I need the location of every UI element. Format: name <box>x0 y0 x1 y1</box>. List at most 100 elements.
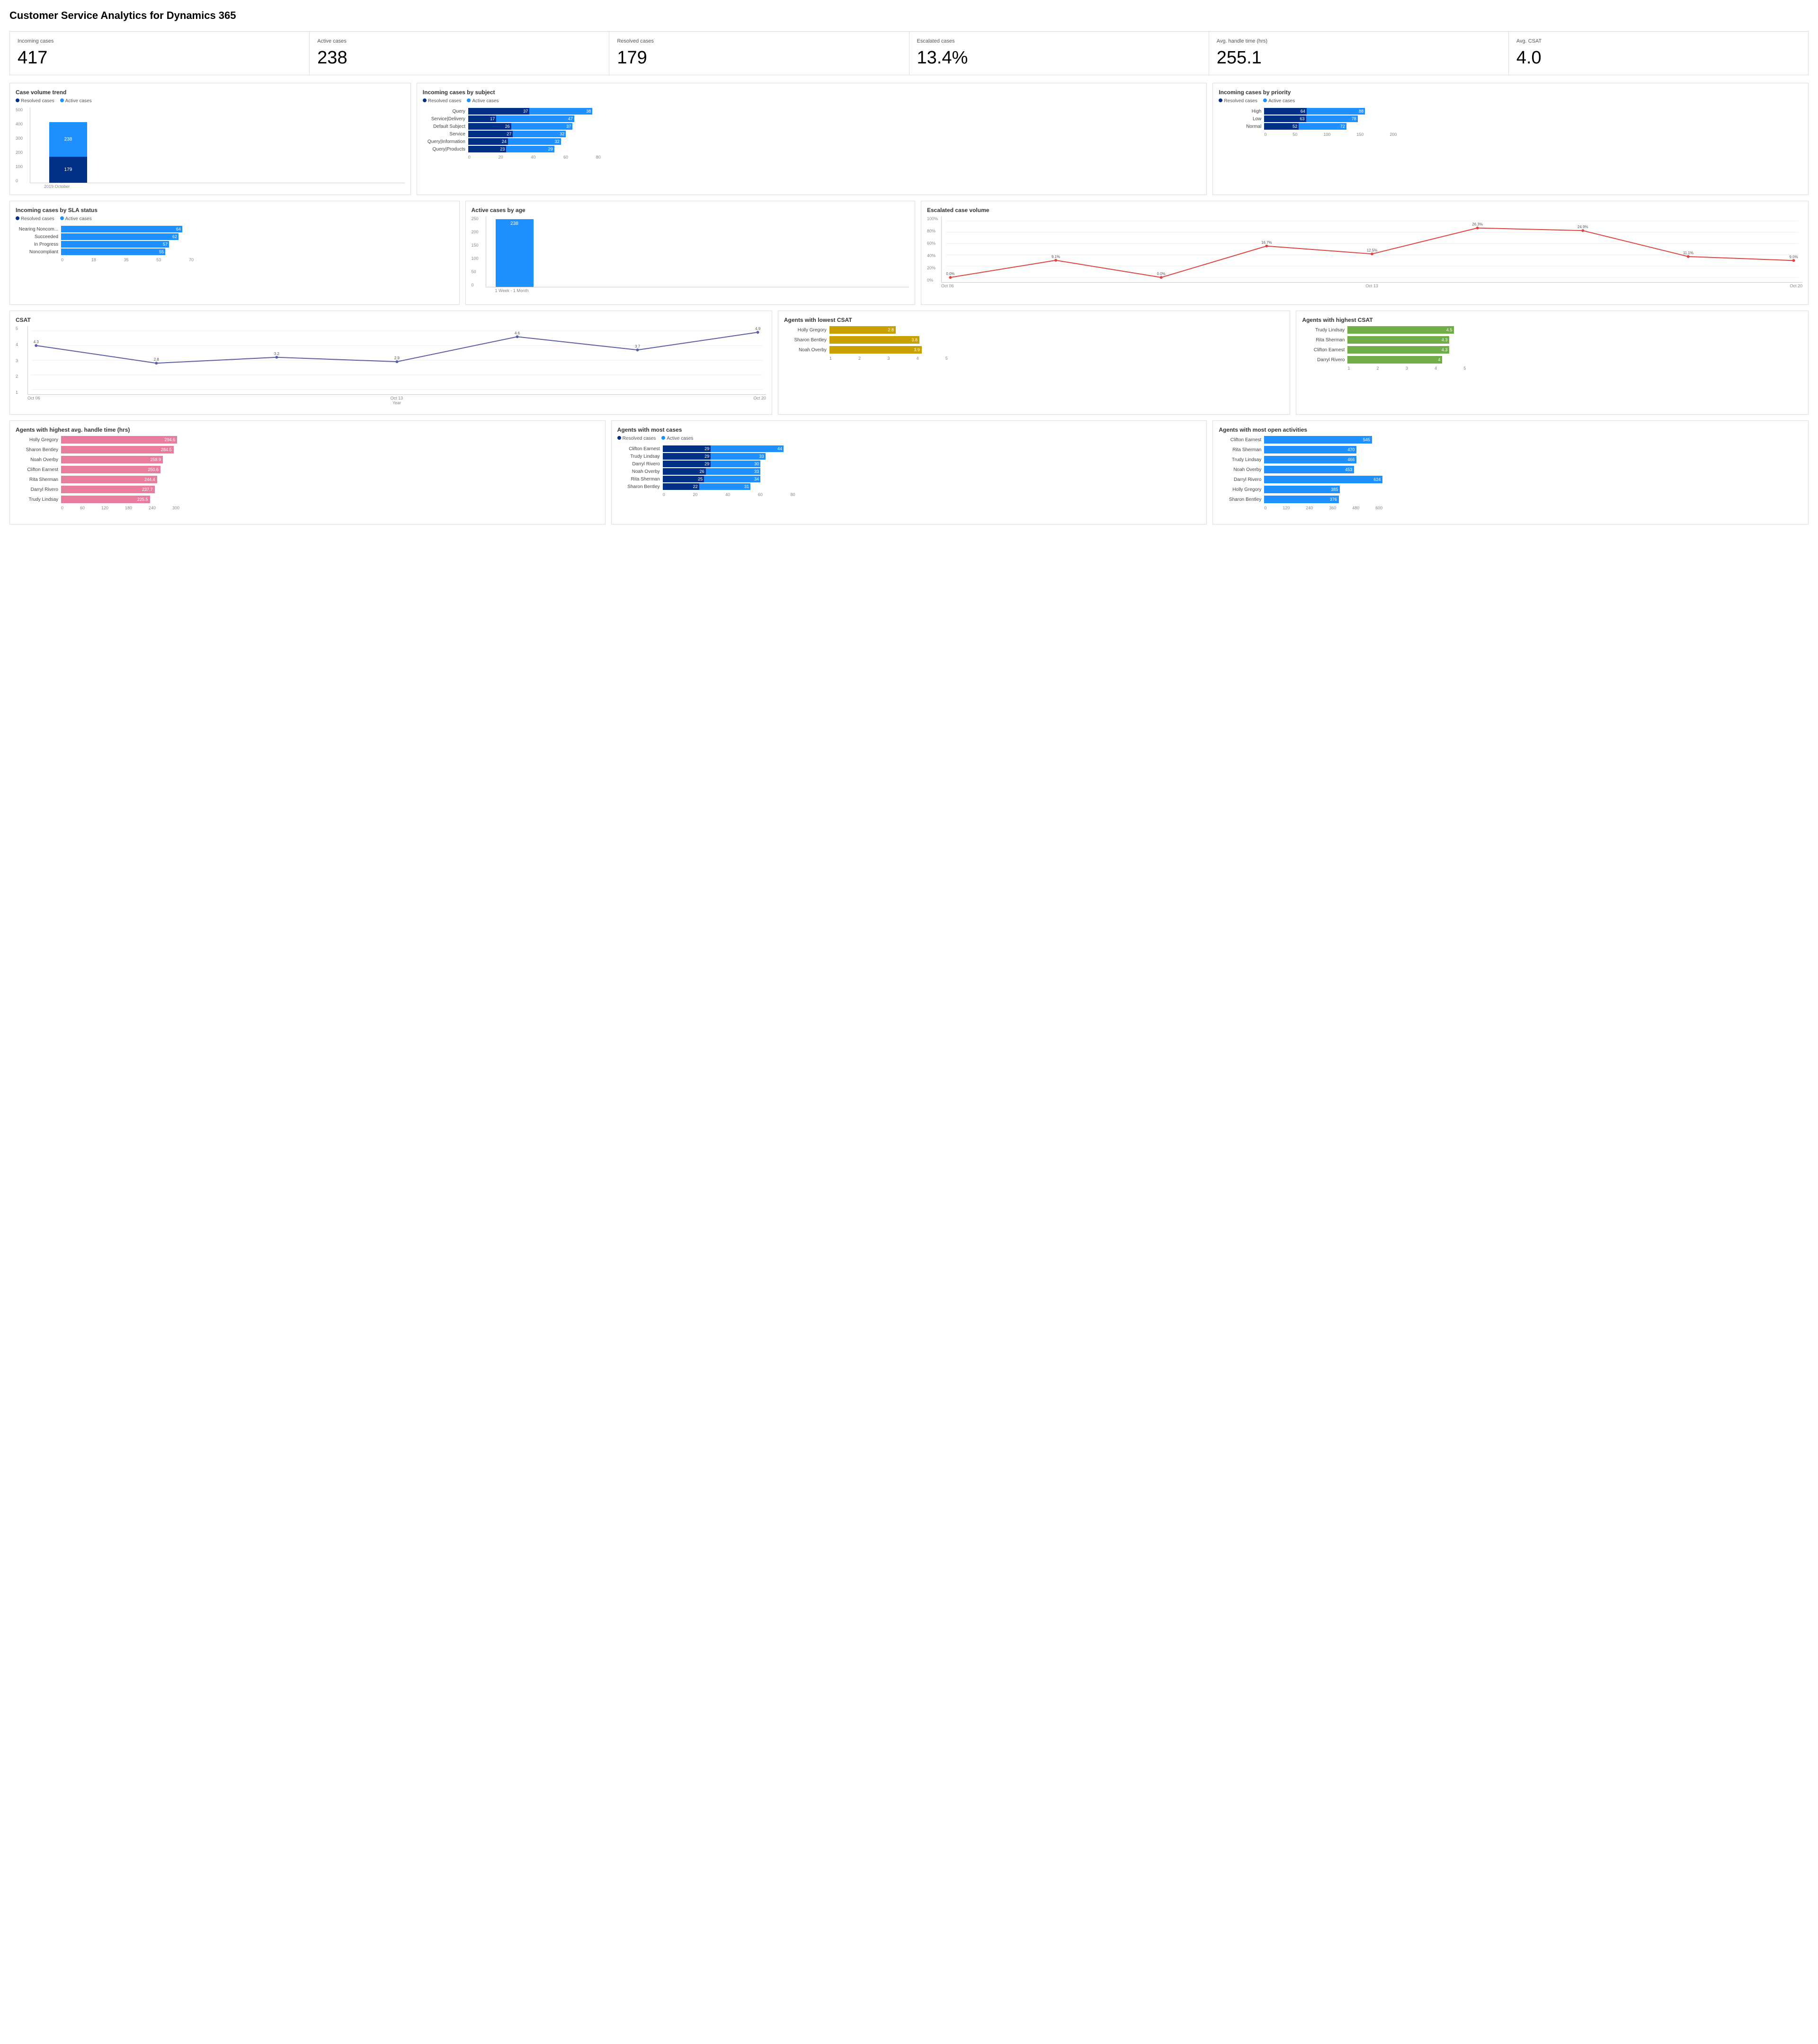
hbar-fill: 3.8 <box>829 336 919 344</box>
charts-row-3: CSAT 12345 4.32.83.22.94.63.74.9 Oct 06O… <box>9 311 1809 415</box>
resolved-segment: 37 <box>468 108 530 115</box>
escalated-svg: 0.0%9.1%0.0%16.7%12.5%26.3%24.9%11.1%9.0… <box>941 216 1802 283</box>
lowest-csat-bars: Holly Gregory2.8Sharon Bentley3.8Noah Ov… <box>784 326 1284 361</box>
bar-row: Query|Information2432 <box>423 138 1201 145</box>
bar-track: 2329 <box>468 145 554 153</box>
active-segment: 33 <box>711 453 766 460</box>
most-cases-legend: Resolved cases Active cases <box>617 436 1201 441</box>
most-cases-bars: Clifton Earnest2944Trudy Lindsay2933Darr… <box>617 445 1201 497</box>
x-axis: 0120240360480600 <box>1264 506 1382 510</box>
priority-bars: High6488Low6378Normal5272050100150200 <box>1219 107 1802 137</box>
incoming-by-subject-chart: Incoming cases by subject Resolved cases… <box>417 83 1207 195</box>
resolved-segment: 26 <box>663 468 706 475</box>
hbar-label: Noah Overby <box>1219 467 1261 472</box>
bar-row: Rita Sherman2534 <box>617 475 1201 483</box>
bar-track: 57 <box>61 240 169 248</box>
most-cases-chart: Agents with most cases Resolved cases Ac… <box>611 420 1207 524</box>
escalated-title: Escalated case volume <box>927 207 1802 213</box>
hbar-fill: 4.5 <box>1347 326 1454 334</box>
kpi-label-3: Escalated cases <box>917 38 1201 44</box>
case-volume-trend-title: Case volume trend <box>16 89 405 96</box>
resolved-segment: 29 <box>663 453 711 460</box>
kpi-label-1: Active cases <box>317 38 601 44</box>
bar-row: Service2732 <box>423 130 1201 138</box>
hbar-fill: 466 <box>1264 456 1356 463</box>
hbar-label: Sharon Bentley <box>784 338 827 343</box>
hbar-row: Trudy Lindsay466 <box>1219 456 1802 463</box>
sla-bars: Nearing Noncom...64Succeeded62In Progres… <box>16 225 454 262</box>
x-axis: 060120180240300 <box>61 506 179 510</box>
resolved-segment: 27 <box>468 131 513 137</box>
kpi-label-5: Avg. CSAT <box>1516 38 1800 44</box>
resolved-segment: 23 <box>468 146 507 152</box>
bar-row-label: Service|Delivery <box>423 116 465 122</box>
most-cases-title: Agents with most cases <box>617 427 1201 433</box>
hbar-fill: 385 <box>1264 486 1340 493</box>
svg-text:4.3: 4.3 <box>34 340 39 344</box>
bar-row: Nearing Noncom...64 <box>16 225 454 233</box>
bar-row-label: Normal <box>1219 124 1261 129</box>
resolved-segment: 29 <box>663 461 711 467</box>
subject-bars: Query3738Service|Delivery1747Default Sub… <box>423 107 1201 160</box>
svg-text:0.0%: 0.0% <box>1157 272 1166 276</box>
svg-text:16.7%: 16.7% <box>1261 240 1272 245</box>
bar-row: Normal5272 <box>1219 123 1802 130</box>
highest-csat-chart: Agents with highest CSAT Trudy Lindsay4.… <box>1296 311 1809 415</box>
handle-time-title: Agents with highest avg. handle time (hr… <box>16 427 599 433</box>
hbar-row: Clifton Earnest250.6 <box>16 466 599 473</box>
case-volume-x-label: 2019 October <box>30 184 405 189</box>
svg-text:26.3%: 26.3% <box>1472 222 1483 227</box>
hbar-label: Rita Sherman <box>16 477 58 482</box>
bar-row: Noah Overby2633 <box>617 468 1201 475</box>
resolved-segment: 63 <box>1264 116 1306 122</box>
hbar-label: Holly Gregory <box>1219 487 1261 492</box>
svg-text:4.6: 4.6 <box>515 331 520 335</box>
bar-row-label: Query <box>423 109 465 114</box>
active-age-x-label: 1 Week - 1 Month <box>486 288 909 293</box>
hbar-fill: 376 <box>1264 496 1339 503</box>
hbar-row: Darryl Rivero624 <box>1219 476 1802 483</box>
kpi-value-5: 4.0 <box>1516 48 1800 68</box>
bar-track: 2933 <box>663 453 766 460</box>
bar-row-label: Succeeded <box>16 234 58 240</box>
csat-chart: CSAT 12345 4.32.83.22.94.63.74.9 Oct 06O… <box>9 311 772 415</box>
bar-row: Default Subject2637 <box>423 123 1201 130</box>
open-activities-chart: Agents with most open activities Clifton… <box>1212 420 1809 524</box>
hbar-row: Holly Gregory294.6 <box>16 436 599 444</box>
hbar-row: Sharon Bentley284.5 <box>16 446 599 453</box>
x-axis: 050100150200 <box>1264 132 1397 137</box>
hbar-fill: 2.8 <box>829 326 896 334</box>
bar-track: 2534 <box>663 475 761 483</box>
kpi-label-0: Incoming cases <box>18 38 302 44</box>
hbar-label: Darryl Rivero <box>16 487 58 492</box>
bar-track: 55 <box>61 248 165 256</box>
hbar-label: Sharon Bentley <box>16 447 58 453</box>
hbar-fill: 294.6 <box>61 436 177 444</box>
hbar-row: Rita Sherman470 <box>1219 446 1802 453</box>
hbar-fill: 258.9 <box>61 456 163 463</box>
bar-track: 2231 <box>663 483 751 490</box>
hbar-fill: 545 <box>1264 436 1372 444</box>
bar-track: 2944 <box>663 445 784 453</box>
kpi-card-0: Incoming cases 417 <box>10 32 310 75</box>
active-segment: 32 <box>508 138 561 145</box>
incoming-by-subject-legend: Resolved cases Active cases <box>423 98 1201 104</box>
bar-track: 6488 <box>1264 107 1365 115</box>
bar-row-label: Noah Overby <box>617 469 660 474</box>
hbar-label: Trudy Lindsay <box>16 497 58 502</box>
kpi-card-3: Escalated cases 13.4% <box>909 32 1209 75</box>
hbar-fill: 4.3 <box>1347 346 1449 354</box>
bar-row-label: Low <box>1219 116 1261 122</box>
hbar-row: Trudy Lindsay4.5 <box>1302 326 1802 334</box>
sla-title: Incoming cases by SLA status <box>16 207 454 213</box>
kpi-card-1: Active cases 238 <box>310 32 609 75</box>
svg-text:3.2: 3.2 <box>274 352 280 356</box>
kpi-card-5: Avg. CSAT 4.0 <box>1509 32 1808 75</box>
bar-row: Query3738 <box>423 107 1201 115</box>
bar-row: In Progress57 <box>16 240 454 248</box>
bar-track: 2930 <box>663 460 761 468</box>
hbar-label: Noah Overby <box>16 457 58 462</box>
hbar-fill: 470 <box>1264 446 1356 453</box>
escalated-chart: Escalated case volume 0%20%40%60%80%100%… <box>921 201 1809 305</box>
svg-text:9.1%: 9.1% <box>1052 255 1060 259</box>
